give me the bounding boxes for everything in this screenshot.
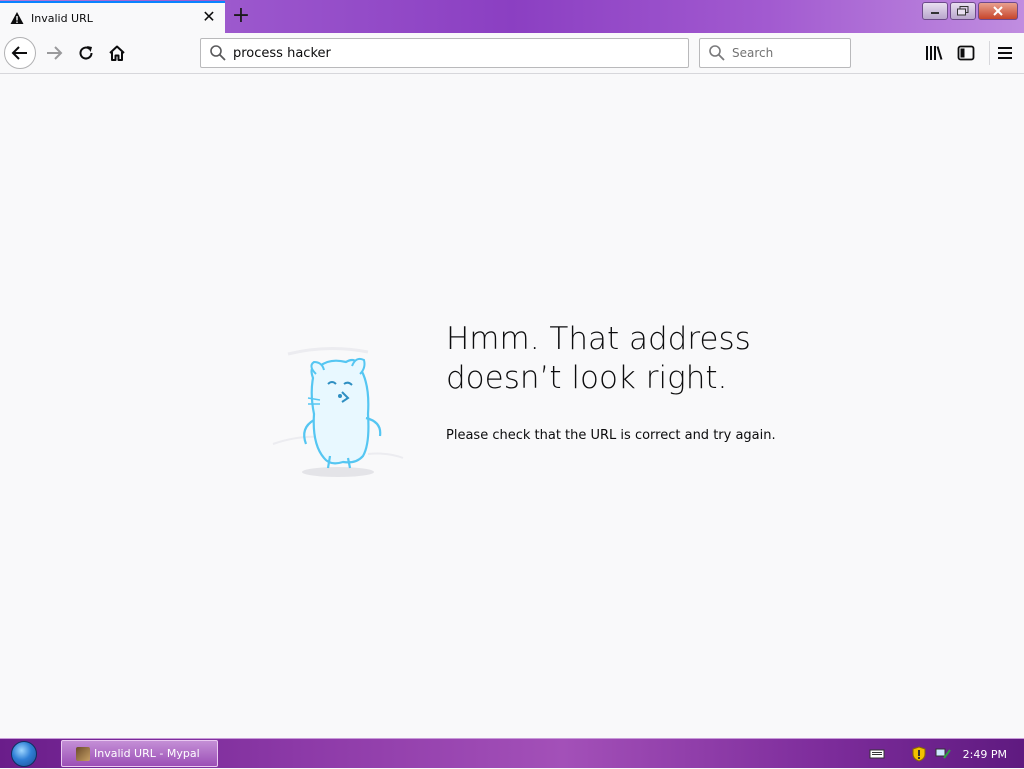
- url-input[interactable]: process hacker: [233, 46, 331, 61]
- windows-start-icon: [11, 741, 37, 767]
- navigation-toolbar: process hacker Search: [0, 33, 1024, 74]
- restore-button[interactable]: [950, 2, 976, 20]
- library-button[interactable]: [923, 42, 945, 64]
- minimize-button[interactable]: [922, 2, 948, 20]
- reload-button[interactable]: [70, 37, 102, 69]
- taskbar: Invalid URL - Mypal 2:49 PM: [0, 738, 1024, 768]
- search-input[interactable]: Search: [732, 46, 773, 60]
- minimize-icon: [931, 12, 939, 14]
- forward-arrow-icon: [47, 46, 63, 60]
- tab-title: Invalid URL: [31, 11, 93, 25]
- back-arrow-icon: [11, 46, 27, 60]
- restore-icon: [957, 6, 969, 16]
- back-button[interactable]: [4, 37, 36, 69]
- start-button[interactable]: [6, 740, 42, 768]
- error-description: Please check that the URL is correct and…: [446, 428, 776, 443]
- network-icon[interactable]: [935, 746, 951, 762]
- reload-icon: [79, 46, 93, 60]
- error-title-line2: doesn’t look right.: [446, 360, 728, 396]
- menu-icon: [998, 47, 1012, 59]
- window-close-button[interactable]: [978, 2, 1018, 20]
- search-icon: [709, 45, 725, 61]
- system-tray: 2:49 PM: [861, 739, 1024, 769]
- sidebar-icon: [957, 45, 975, 61]
- forward-button[interactable]: [38, 37, 70, 69]
- search-icon: [210, 45, 226, 61]
- error-title-line1: Hmm. That address: [446, 321, 751, 357]
- error-page: Hmm. That address doesn’t look right. Pl…: [0, 74, 1024, 738]
- tab-close-icon[interactable]: ✕: [201, 9, 217, 25]
- toolbar-separator: [989, 41, 990, 65]
- tab-invalid-url[interactable]: Invalid URL ✕: [0, 1, 225, 33]
- warning-icon: [10, 12, 24, 24]
- error-title: Hmm. That address doesn’t look right.: [446, 320, 866, 398]
- search-bar[interactable]: Search: [699, 38, 851, 68]
- clock[interactable]: 2:49 PM: [963, 748, 1007, 761]
- home-button[interactable]: [101, 37, 133, 69]
- home-icon: [109, 45, 125, 61]
- tab-strip: Invalid URL ✕ +: [0, 0, 1024, 33]
- close-icon: [993, 6, 1003, 16]
- sidebar-button[interactable]: [955, 42, 977, 64]
- menu-button[interactable]: [994, 42, 1016, 64]
- new-tab-button[interactable]: +: [230, 4, 252, 28]
- confused-creature-illustration: [272, 346, 404, 477]
- library-icon: [926, 46, 943, 60]
- browser-app-icon: [76, 746, 90, 761]
- security-shield-icon[interactable]: [911, 746, 927, 762]
- taskbar-item-browser[interactable]: Invalid URL - Mypal: [61, 740, 218, 767]
- url-bar[interactable]: process hacker: [200, 38, 689, 68]
- keyboard-icon[interactable]: [869, 746, 885, 762]
- window-controls: [920, 2, 1018, 20]
- taskbar-item-label: Invalid URL - Mypal: [94, 747, 200, 760]
